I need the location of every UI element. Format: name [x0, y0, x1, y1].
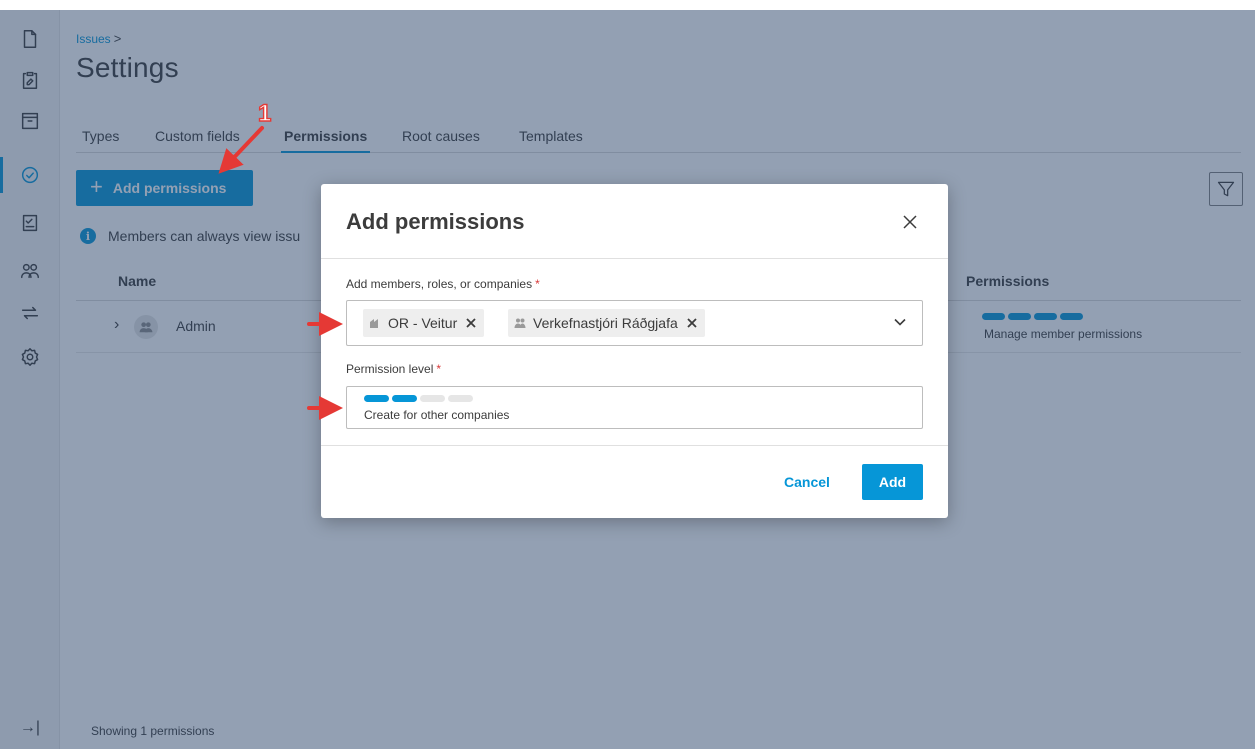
cancel-button[interactable]: Cancel [767, 464, 847, 500]
members-select[interactable]: OR - Veitur Verkefnastjóri Ráðgjafa [346, 300, 923, 346]
permission-level-label: Permission level * [346, 362, 442, 376]
permission-level-indicator [364, 395, 473, 402]
level-bar-2 [392, 395, 417, 402]
dialog-close-button[interactable] [898, 210, 922, 234]
required-mark: * [535, 277, 540, 291]
chip-label: OR - Veitur [388, 315, 458, 331]
members-field-label: Add members, roles, or companies * [346, 277, 540, 291]
level-bar-1 [364, 395, 389, 402]
company-icon [370, 319, 378, 328]
add-button[interactable]: Add [862, 464, 923, 500]
permission-level-value: Create for other companies [364, 408, 510, 422]
dialog-header-divider [321, 258, 948, 259]
level-bar-3 [420, 395, 445, 402]
remove-chip-button[interactable] [466, 318, 476, 328]
annotation-step-number: 1 [257, 99, 272, 127]
people-icon [514, 318, 526, 328]
selected-chip-role: Verkefnastjóri Ráðgjafa [508, 309, 705, 337]
add-permissions-dialog: Add permissions Add members, roles, or c… [321, 184, 948, 518]
remove-chip-button[interactable] [687, 318, 697, 328]
selected-chip-company: OR - Veitur [363, 309, 485, 337]
required-mark: * [436, 362, 442, 376]
close-icon [687, 318, 697, 328]
dialog-footer-divider [321, 445, 948, 446]
close-icon [903, 215, 917, 229]
close-icon [466, 318, 476, 328]
level-bar-4 [448, 395, 473, 402]
chevron-down-icon[interactable] [893, 315, 909, 331]
dialog-title: Add permissions [346, 209, 525, 234]
chip-label: Verkefnastjóri Ráðgjafa [533, 315, 678, 331]
permission-level-select[interactable]: Create for other companies [346, 386, 923, 429]
